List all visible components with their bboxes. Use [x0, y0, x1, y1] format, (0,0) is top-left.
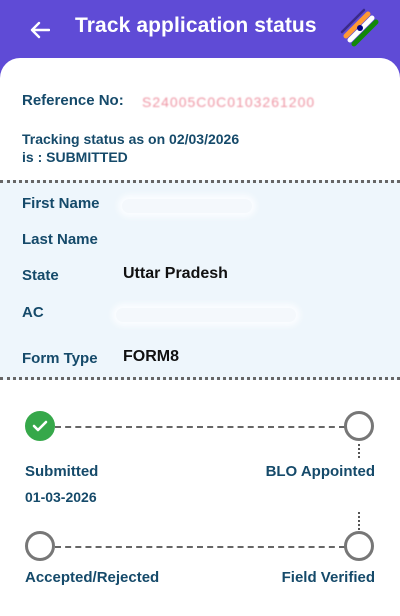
timeline-connector: [55, 546, 345, 548]
detail-label: First Name: [22, 195, 100, 212]
applicant-details: First Name Last Name State Uttar Pradesh…: [0, 180, 400, 380]
reference-row: Reference No:: [22, 92, 124, 109]
status-card: Reference No: S24005C0C0103261200 Tracki…: [0, 58, 400, 616]
detail-row-first-name: First Name: [22, 195, 382, 219]
detail-label: Form Type: [22, 350, 98, 367]
status-timeline: Submitted 01-03-2026 BLO Appointed Accep…: [0, 394, 400, 614]
step-label-submitted: Submitted: [25, 463, 99, 480]
back-button[interactable]: [22, 12, 58, 48]
arrow-left-icon: [30, 21, 50, 39]
page-title: Track application status: [75, 14, 317, 37]
detail-row-state: State Uttar Pradesh: [22, 265, 382, 291]
eci-logo-icon: [338, 6, 382, 50]
step-label-field-verified: Field Verified: [281, 569, 375, 586]
detail-label: State: [22, 267, 59, 284]
detail-label: Last Name: [22, 231, 98, 248]
step-field-verified-marker: [344, 531, 374, 561]
vertical-connector: [358, 512, 360, 530]
step-date-submitted: 01-03-2026: [25, 489, 97, 505]
reference-label: Reference No:: [22, 92, 124, 109]
timeline-connector: [55, 426, 345, 428]
redacted-value: [116, 308, 296, 322]
app-screen: Track application status Reference No: S…: [0, 0, 400, 616]
vertical-connector: [358, 444, 360, 458]
tracking-status: Tracking status as on 02/03/2026 is : SU…: [22, 130, 362, 166]
app-header: Track application status: [0, 0, 400, 62]
detail-value: FORM8: [123, 348, 179, 365]
detail-row-ac: AC: [22, 304, 382, 328]
step-label-accepted-rejected: Accepted/Rejected: [25, 569, 160, 586]
detail-row-last-name: Last Name: [22, 231, 382, 255]
step-label-blo-appointed: BLO Appointed: [265, 463, 375, 480]
step-submitted-marker: [25, 411, 55, 441]
check-icon: [32, 420, 48, 432]
reference-value: S24005C0C0103261200: [142, 94, 316, 110]
tracking-status-line1: Tracking status as on 02/03/2026: [22, 131, 240, 147]
tracking-status-line2: is : SUBMITTED: [22, 149, 128, 165]
detail-value: Uttar Pradesh: [123, 265, 228, 282]
detail-row-form-type: Form Type FORM8: [22, 348, 382, 374]
step-blo-appointed-marker: [344, 411, 374, 441]
redacted-value: [122, 199, 252, 213]
step-accepted-rejected-marker: [25, 531, 55, 561]
detail-label: AC: [22, 304, 44, 321]
